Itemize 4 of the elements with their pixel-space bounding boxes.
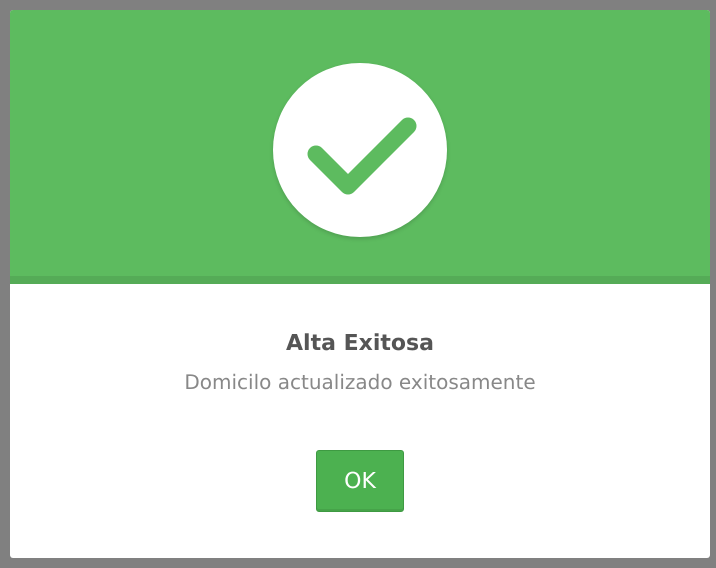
dialog-message: Domicilo actualizado exitosamente (184, 370, 536, 394)
ok-button[interactable]: OK (316, 450, 404, 512)
checkmark-icon (272, 62, 448, 238)
dialog-title: Alta Exitosa (286, 331, 434, 356)
